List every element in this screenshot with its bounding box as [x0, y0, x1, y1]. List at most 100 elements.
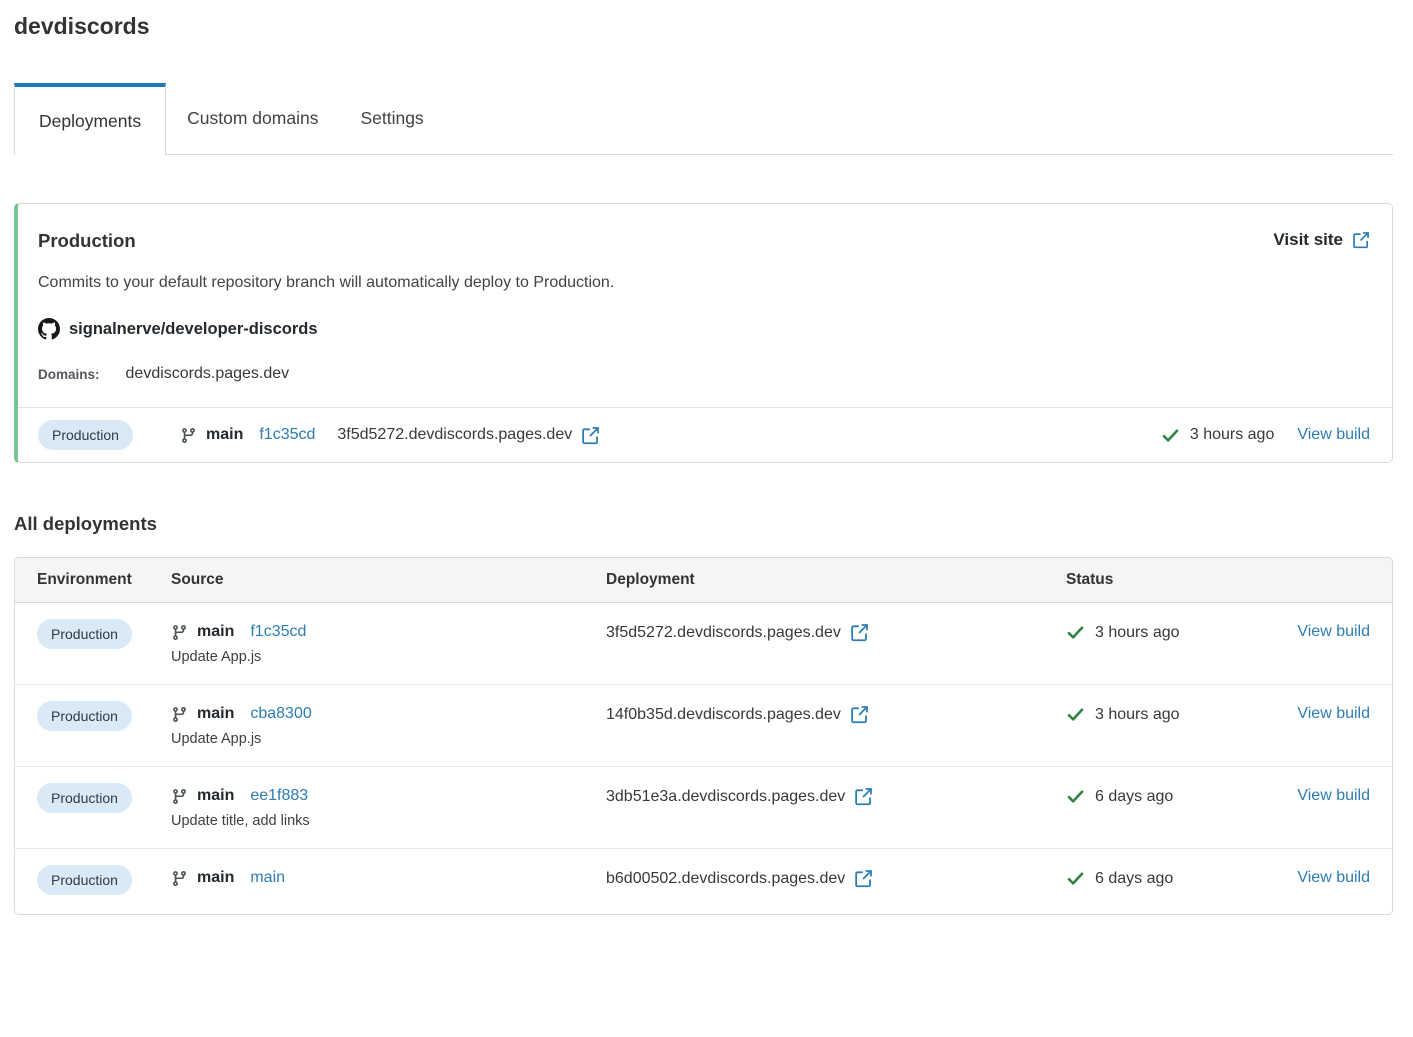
git-branch-icon [171, 788, 188, 805]
tab-settings[interactable]: Settings [339, 83, 444, 154]
status-time: 6 days ago [1095, 869, 1174, 887]
environment-cell: Production [37, 783, 171, 813]
view-build-link[interactable]: View build [1297, 869, 1370, 886]
tab-settings-label: Settings [360, 108, 424, 128]
production-card-body: Production Visit site Commits to your de… [18, 204, 1392, 407]
table-row: Production main cba8300 Update App.js 14… [15, 685, 1392, 767]
actions-cell: View build [1284, 869, 1370, 887]
source-branch-line: main cba8300 [171, 705, 606, 723]
commit-message: Update title, add links [171, 813, 310, 829]
check-icon [1066, 787, 1085, 806]
deployments-table-body: Production main f1c35cd Update App.js 3f… [15, 603, 1392, 914]
environment-badge: Production [38, 420, 133, 450]
deployments-table: Environment Source Deployment Status Pro… [14, 557, 1393, 915]
column-header-source: Source [171, 571, 224, 588]
status-cell: 6 days ago [1066, 869, 1284, 888]
status-time: 3 hours ago [1189, 426, 1275, 443]
view-build-link[interactable]: View build [1297, 787, 1370, 804]
external-link-icon[interactable] [854, 787, 873, 806]
github-icon [38, 318, 60, 340]
environment-badge: Production [37, 865, 132, 895]
external-link-icon[interactable] [850, 705, 869, 724]
view-build-link[interactable]: View build [1297, 426, 1370, 444]
source-cell: main f1c35cd 3f5d5272.devdiscords.pages.… [180, 426, 600, 445]
external-link-icon[interactable] [581, 426, 600, 445]
commit-link[interactable]: ee1f883 [250, 787, 308, 805]
deployment-status: 3 hours ago [1161, 426, 1275, 445]
branch-name: main [197, 869, 235, 886]
source-cell: main ee1f883 Update title, add links [171, 787, 606, 829]
production-card: Production Visit site Commits to your de… [14, 203, 1393, 463]
domains-row: Domains: devdiscords.pages.dev [38, 365, 1370, 383]
check-icon [1066, 623, 1085, 642]
commit-link[interactable]: f1c35cd [259, 426, 315, 444]
deployment-status: 6 days ago [1066, 869, 1284, 888]
domains-value: devdiscords.pages.dev [125, 365, 290, 382]
environment-badge: Production [37, 619, 132, 649]
view-build-link[interactable]: View build [1297, 705, 1370, 722]
deployment-status: 3 hours ago [1066, 623, 1284, 642]
commit-message: Update App.js [171, 649, 262, 665]
environment-cell: Production [37, 701, 171, 731]
source-cell: main cba8300 Update App.js [171, 705, 606, 747]
production-deployment-row: Production main f1c35cd 3f5d5272.devdisc… [18, 407, 1392, 462]
branch-name: main [197, 623, 235, 640]
deployment-url: 3f5d5272.devdiscords.pages.dev [606, 623, 841, 641]
deployment-status: 3 hours ago [1066, 705, 1284, 724]
repo-name: signalnerve/developer-discords [69, 319, 318, 338]
check-icon [1066, 705, 1085, 724]
status-time: 3 hours ago [1095, 623, 1180, 641]
domains-label: Domains: [38, 366, 100, 382]
deployment-url: 3db51e3a.devdiscords.pages.dev [606, 787, 846, 805]
commit-link[interactable]: main [250, 869, 285, 887]
check-icon [1161, 426, 1180, 445]
repo-link[interactable]: signalnerve/developer-discords [38, 318, 1370, 340]
external-link-icon [1352, 231, 1370, 249]
tab-deployments[interactable]: Deployments [14, 83, 167, 155]
status-cell: 3 hours ago View build [1161, 426, 1370, 445]
status-time: 6 days ago [1095, 787, 1174, 805]
commit-link[interactable]: f1c35cd [250, 623, 306, 641]
actions-cell: View build [1284, 787, 1370, 805]
environment-cell: Production [38, 420, 180, 450]
page-title: devdiscords [14, 13, 150, 39]
environment-cell: Production [37, 619, 171, 649]
deployment-status: 6 days ago [1066, 787, 1284, 806]
view-build-link[interactable]: View build [1297, 623, 1370, 640]
source-branch-line: main ee1f883 [171, 787, 606, 805]
commit-link[interactable]: cba8300 [250, 705, 311, 723]
git-branch-icon [171, 706, 188, 723]
table-row: Production main main b6d00502.devdiscord… [15, 849, 1392, 914]
source-cell: main f1c35cd Update App.js [171, 623, 606, 665]
git-branch-icon [180, 427, 197, 444]
deployment-cell: b6d00502.devdiscords.pages.dev [606, 869, 1066, 888]
external-link-icon[interactable] [850, 623, 869, 642]
status-cell: 3 hours ago [1066, 623, 1284, 642]
branch-name: main [197, 705, 235, 722]
status-cell: 3 hours ago [1066, 705, 1284, 724]
external-link-icon[interactable] [854, 869, 873, 888]
table-row: Production main ee1f883 Update title, ad… [15, 767, 1392, 849]
source-branch-line: main f1c35cd [171, 623, 606, 641]
column-header-status: Status [1066, 571, 1114, 588]
git-branch-icon [171, 870, 188, 887]
actions-cell: View build [1284, 705, 1370, 723]
tab-custom-domains-label: Custom domains [187, 108, 319, 128]
source-cell: main main [171, 869, 606, 887]
tab-bar: Deployments Custom domains Settings [14, 83, 1393, 155]
production-card-title: Production [38, 230, 136, 251]
deployment-url: 14f0b35d.devdiscords.pages.dev [606, 705, 841, 723]
visit-site-link[interactable]: Visit site [1273, 230, 1370, 250]
environment-badge: Production [37, 783, 132, 813]
deployment-cell: 3db51e3a.devdiscords.pages.dev [606, 787, 1066, 806]
branch-name: main [206, 426, 244, 443]
tab-custom-domains[interactable]: Custom domains [166, 83, 339, 154]
production-card-header: Production Visit site [38, 230, 1370, 252]
column-header-environment: Environment [37, 571, 132, 588]
deployment-cell: 14f0b35d.devdiscords.pages.dev [606, 705, 1066, 724]
deployment-url: b6d00502.devdiscords.pages.dev [606, 869, 846, 887]
commit-message: Update App.js [171, 731, 262, 747]
git-branch-icon [171, 624, 188, 641]
status-time: 3 hours ago [1095, 705, 1180, 723]
column-header-actions [1284, 571, 1370, 589]
